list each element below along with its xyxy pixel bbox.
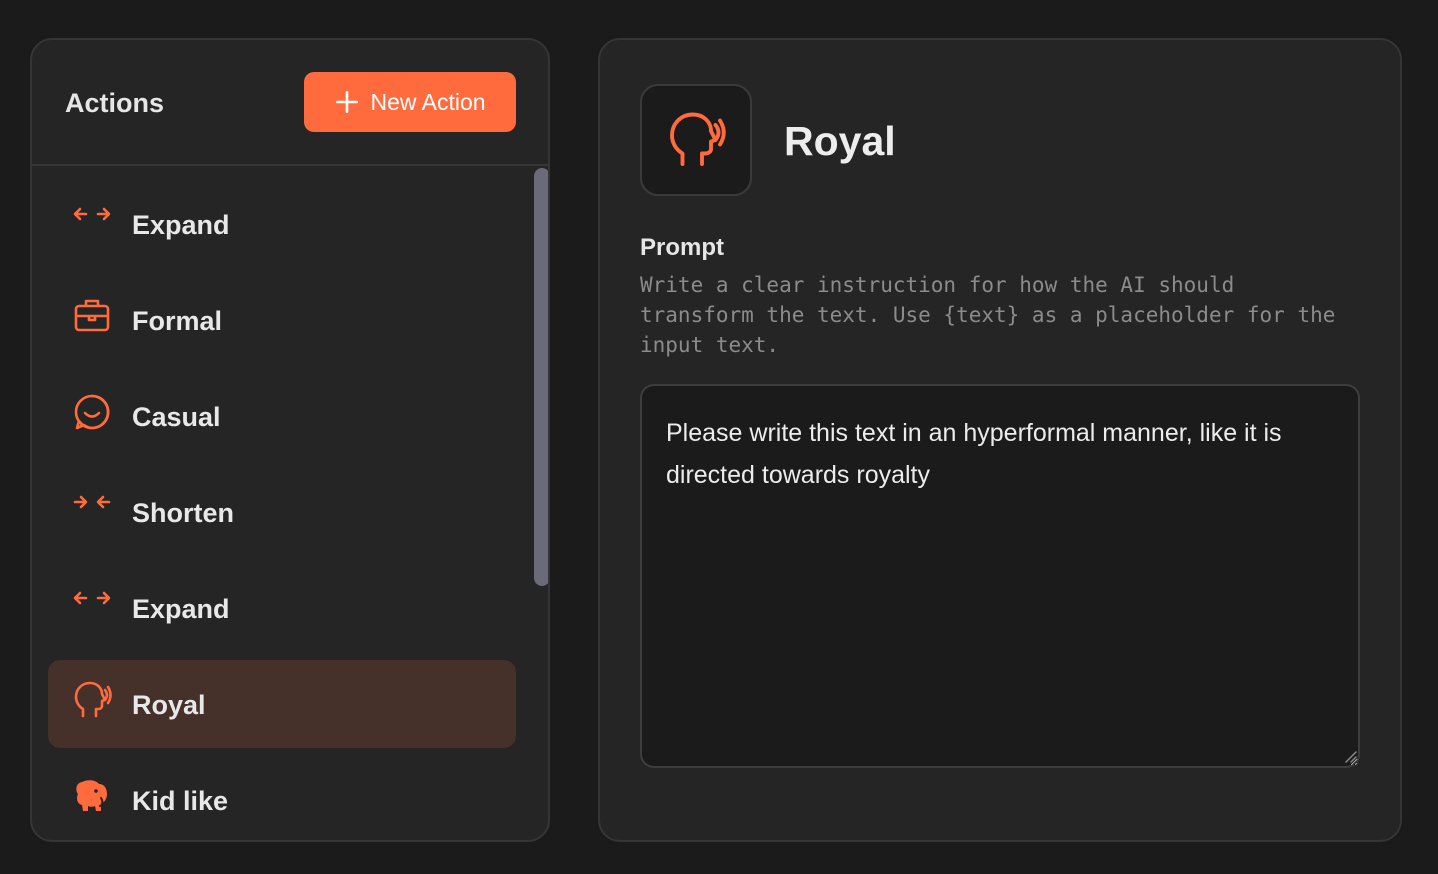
action-item-label: Shorten (132, 498, 235, 528)
speaking-head-icon (670, 112, 726, 166)
app-root: Actions New Action Expand Formal Casual … (0, 0, 1438, 874)
action-item-expand[interactable]: Expand (48, 180, 516, 268)
action-item-label: Kid like (132, 786, 229, 816)
action-title[interactable]: Royal (784, 118, 896, 165)
action-icon-picker[interactable] (640, 84, 752, 196)
action-item-royal[interactable]: Royal (48, 660, 516, 748)
action-item-label: Casual (132, 402, 221, 432)
action-item-kid-like[interactable]: Kid like (48, 756, 516, 840)
plus-icon (336, 90, 359, 114)
action-item-formal[interactable]: Formal (48, 276, 516, 364)
prompt-textarea[interactable]: Please write this text in an hyperformal… (640, 384, 1360, 768)
action-item-label: Expand (132, 594, 230, 624)
action-item-label: Formal (132, 306, 223, 336)
action-item-expand[interactable]: Expand (48, 564, 516, 652)
prompt-label: Prompt (640, 234, 724, 261)
list-scrollbar[interactable] (534, 168, 548, 586)
action-item-label: Expand (132, 210, 230, 240)
new-action-button[interactable]: New Action (304, 72, 516, 132)
speaking-head-icon (72, 680, 112, 720)
briefcase-icon (72, 296, 112, 336)
action-item-label: Royal (132, 690, 206, 720)
action-detail-panel: Royal Prompt Write a clear instruction f… (598, 38, 1402, 842)
elephant-icon (72, 776, 112, 816)
shorten-arrows-icon (72, 488, 112, 528)
prompt-help-text: Write a clear instruction for how the AI… (640, 273, 1336, 357)
resize-grip-icon[interactable] (1342, 748, 1358, 764)
smiley-icon (72, 392, 112, 432)
actions-list: Expand Formal Casual Shorten Expand Roya… (32, 168, 548, 840)
actions-header: Actions New Action (32, 40, 548, 166)
new-action-label: New Action (370, 88, 486, 115)
action-item-casual[interactable]: Casual (48, 372, 516, 460)
action-item-shorten[interactable]: Shorten (48, 468, 516, 556)
actions-panel: Actions New Action Expand Formal Casual … (30, 38, 550, 842)
expand-arrows-icon (72, 200, 112, 240)
actions-title: Actions (65, 88, 165, 118)
expand-arrows-icon (72, 584, 112, 624)
